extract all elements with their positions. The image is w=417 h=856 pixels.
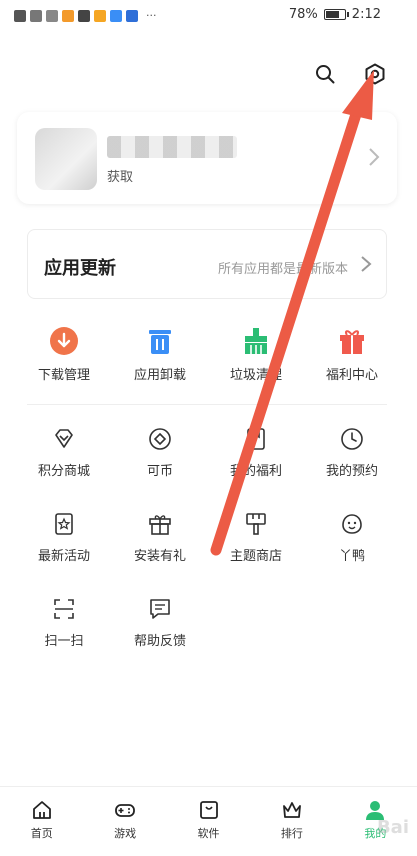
app-update-status: 所有应用都是最新版本 [217, 262, 348, 277]
crown-icon [283, 802, 301, 818]
grid-label: 丫鸭 [338, 549, 365, 564]
grid-item-my-reservations[interactable]: 我的预约 [304, 426, 400, 511]
scan-icon [54, 599, 74, 619]
header-actions [313, 62, 387, 86]
grid-label: 我的福利 [229, 464, 282, 479]
tool-welfare-center[interactable]: 福利中心 [304, 326, 400, 383]
duck-icon [342, 514, 362, 534]
grid-label: 安装有礼 [133, 549, 186, 564]
shield-icon [78, 9, 90, 22]
grid-item-duck[interactable]: 丫鸭 [304, 511, 400, 596]
music-icon [126, 9, 138, 22]
app-update-title: 应用更新 [44, 258, 116, 279]
broom-icon [245, 328, 267, 354]
chevron-right-icon [369, 148, 380, 166]
nav-item-ranking[interactable]: 排行 [250, 787, 333, 856]
wifi-icon [46, 9, 58, 22]
nav-label: 游戏 [114, 827, 137, 840]
clock-icon [341, 428, 363, 450]
battery-percent: 78% [288, 7, 318, 22]
bookmark-icon [247, 428, 265, 450]
bulb-icon [110, 9, 122, 22]
signal-icon [30, 9, 42, 22]
grid-item-my-welfare[interactable]: 我的福利 [208, 426, 304, 511]
grid-label: 积分商城 [37, 464, 90, 479]
battery-icon [323, 9, 349, 20]
avatar [35, 128, 97, 190]
nav-label: 排行 [280, 827, 303, 840]
search-icon[interactable] [313, 62, 337, 86]
gift-icon [340, 330, 364, 354]
battery-fill [325, 11, 340, 18]
grid-item-points-mall[interactable]: 积分商城 [16, 426, 112, 511]
nav-label: 软件 [197, 827, 220, 840]
grid-label: 可币 [146, 464, 173, 479]
section-divider [27, 404, 387, 405]
tool-label: 福利中心 [325, 368, 378, 383]
tool-label: 应用卸载 [133, 368, 186, 383]
grid-item-latest-events[interactable]: 最新活动 [16, 511, 112, 596]
status-bar: ··· 78% 2:12 [0, 0, 417, 34]
clock-time: 2:12 [351, 7, 381, 22]
profile-icon [366, 801, 385, 820]
gift-outline-icon [149, 515, 171, 535]
grid-label: 最新活动 [37, 549, 90, 564]
home-icon [32, 801, 51, 819]
nav-item-games[interactable]: 游戏 [83, 787, 166, 856]
grid-label: 帮助反馈 [133, 634, 186, 649]
coin-icon [149, 428, 171, 450]
grid-label: 扫一扫 [44, 634, 84, 649]
trash-icon [149, 330, 171, 354]
brush-icon [246, 513, 266, 535]
nav-item-home[interactable]: 首页 [0, 787, 83, 856]
nav-item-mine[interactable]: 我的 [334, 787, 417, 856]
more-notifications: ··· [146, 9, 157, 22]
status-icons-right: 78% 2:12 [289, 7, 381, 22]
app-update-card[interactable]: 应用更新 所有应用都是最新版本 [27, 229, 387, 299]
tool-download-manager[interactable]: 下载管理 [16, 326, 112, 383]
chevron-right-icon [361, 256, 372, 272]
nav-label: 首页 [30, 827, 53, 840]
profile-subtitle: 获取 [107, 170, 134, 185]
grid-item-theme-store[interactable]: 主题商店 [208, 511, 304, 596]
download-icon [50, 327, 78, 355]
feature-grid: 积分商城 可币 我的福利 我的预约 最新活动 安装有礼 主题商店 丫鸭 扫一扫 … [16, 426, 400, 681]
nav-item-software[interactable]: 软件 [167, 787, 250, 856]
gamepad-icon [115, 804, 136, 817]
tool-app-uninstall[interactable]: 应用卸载 [112, 326, 208, 383]
nav-label: 我的 [364, 827, 387, 840]
username-blurred [107, 136, 237, 158]
app-notification-icon [62, 9, 74, 22]
grid-item-coins[interactable]: 可币 [112, 426, 208, 511]
tool-junk-clean[interactable]: 垃圾清理 [208, 326, 304, 383]
grid-item-help-feedback[interactable]: 帮助反馈 [112, 596, 208, 681]
star-flag-icon [55, 513, 73, 535]
video-icon [94, 9, 106, 22]
status-icons-left: ··· [14, 9, 157, 22]
grid-label: 我的预约 [325, 464, 378, 479]
grid-label: 主题商店 [229, 549, 282, 564]
feedback-icon [150, 599, 170, 619]
bottom-nav: 首页 游戏 软件 排行 我的 [0, 786, 417, 856]
grid-item-install-gift[interactable]: 安装有礼 [112, 511, 208, 596]
app-box-icon [199, 801, 218, 819]
profile-card[interactable]: 获取 [17, 112, 397, 204]
hd-icon [14, 9, 26, 22]
grid-item-scan[interactable]: 扫一扫 [16, 596, 112, 681]
settings-icon[interactable] [363, 62, 387, 86]
quick-tools: 下载管理 应用卸载 垃圾清理 福利中心 [16, 326, 400, 383]
tool-label: 垃圾清理 [229, 368, 282, 383]
tool-label: 下载管理 [37, 368, 90, 383]
diamond-icon [55, 429, 73, 448]
